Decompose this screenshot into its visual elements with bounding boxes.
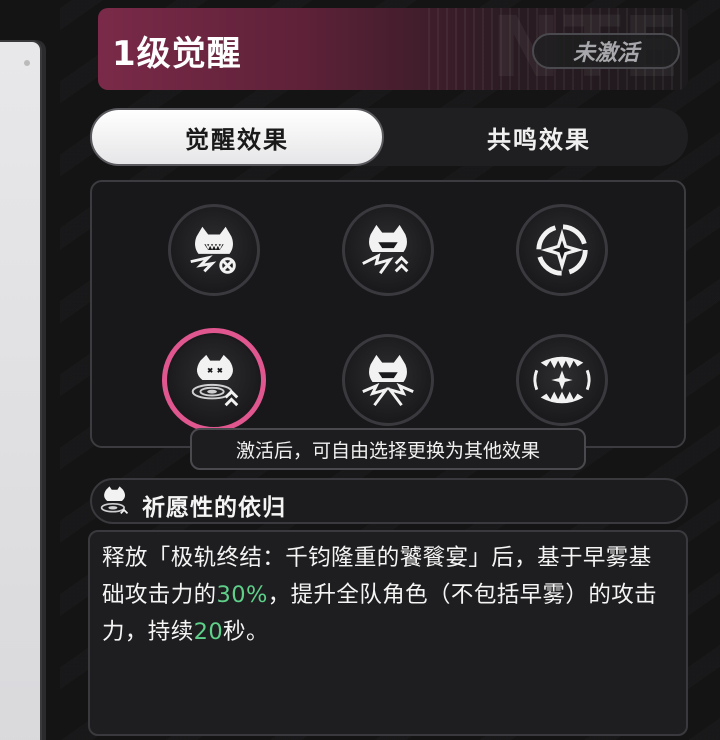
desc-part-3: 秒。 xyxy=(223,619,269,645)
status-badge: 未激活 xyxy=(532,33,680,69)
effect-description-text: 释放「极轨终结：千钧隆重的饕餮宴」后，基于早雾基础攻击力的30%，提升全队角色（… xyxy=(102,540,674,651)
effect-node-3[interactable] xyxy=(516,204,608,296)
side-panel xyxy=(0,40,42,740)
effect-node-4[interactable] xyxy=(162,328,266,432)
tab-awakening-effect[interactable]: 觉醒效果 xyxy=(90,108,384,166)
beast-ripple-upgrade-icon xyxy=(191,354,239,407)
star-burst-icon xyxy=(536,224,588,276)
fang-maw-icon xyxy=(533,356,591,404)
effect-icon-grid xyxy=(90,180,686,448)
beast-roar-cancel-icon xyxy=(190,226,236,274)
effect-node-1[interactable] xyxy=(168,204,260,296)
side-panel-dot xyxy=(24,60,30,66)
awakening-level-title: 1级觉醒 xyxy=(112,34,242,74)
beast-ripple-mini-icon xyxy=(100,486,129,514)
tab-resonance-effect[interactable]: 共鸣效果 xyxy=(390,108,688,166)
effect-description: 释放「极轨终结：千钧隆重的饕餮宴」后，基于早雾基础攻击力的30%，提升全队角色（… xyxy=(88,530,688,736)
effect-name: 祈愿性的依归 xyxy=(142,495,286,521)
beast-roar-shatter-icon xyxy=(362,354,414,407)
effect-node-5[interactable] xyxy=(342,334,434,426)
effect-node-2[interactable] xyxy=(342,204,434,296)
awakening-header: NTE 1级觉醒 未激活 xyxy=(98,8,688,90)
selected-effect-bar: 祈愿性的依归 xyxy=(90,478,688,524)
activation-tooltip: 激活后，可自由选择更换为其他效果 xyxy=(190,428,586,470)
effect-tabs: 觉醒效果 共鸣效果 xyxy=(90,108,688,166)
desc-value-percent: 30% xyxy=(216,582,268,608)
effect-node-6[interactable] xyxy=(516,334,608,426)
beast-roar-upgrade-icon xyxy=(362,224,409,275)
desc-value-duration: 20 xyxy=(193,619,224,645)
